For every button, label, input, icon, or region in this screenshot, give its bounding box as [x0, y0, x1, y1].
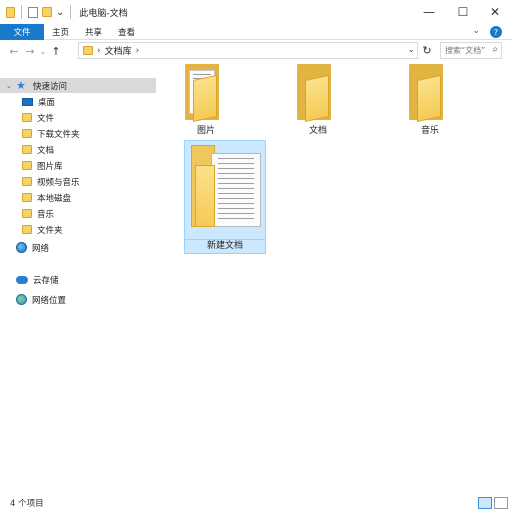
window-title: 此电脑-文档	[79, 8, 128, 19]
folder-front	[417, 74, 441, 122]
sidebar-item-label: 文件	[37, 113, 55, 124]
search-input[interactable]: 搜索“文档” ⌕	[440, 42, 502, 59]
tab-view[interactable]: 查看	[110, 24, 143, 40]
sidebar-item-folder[interactable]: 音乐	[22, 206, 54, 221]
sidebar-item-folder[interactable]: 图片库	[22, 158, 63, 173]
sidebar-item-network[interactable]: 网络	[16, 240, 49, 255]
back-button[interactable]: ←	[6, 43, 22, 59]
sidebar-item-folder[interactable]: 下载文件夹	[22, 126, 80, 141]
maximize-button[interactable]: ☐	[446, 0, 480, 24]
details-view-button[interactable]	[478, 497, 492, 509]
sidebar-item-label: 快速访问	[33, 81, 68, 92]
forward-button[interactable]: →	[22, 43, 38, 59]
navigation-pane: ⌄ ★ 快速访问 桌面 文件 下载文件夹 文档 图片库 视频与音乐 本地磁盘 音…	[0, 72, 160, 492]
close-button[interactable]: ✕	[478, 0, 512, 24]
search-placeholder: 搜索“文档”	[445, 46, 486, 55]
item-label: 文档	[308, 126, 327, 136]
cloud-icon	[16, 275, 28, 284]
folder-icon	[407, 64, 453, 122]
ribbon-tabs: 文件 主页 共享 查看 ⌄ ?	[0, 23, 512, 40]
folder-icon	[295, 64, 341, 122]
folder-icon	[22, 209, 32, 218]
recent-locations-button[interactable]: ⌄	[38, 43, 48, 59]
sidebar-item-folder[interactable]: 文件	[22, 110, 54, 125]
content-item-folder[interactable]: 音乐	[390, 64, 470, 136]
new-folder-icon[interactable]	[42, 7, 52, 17]
sidebar-item-quick-access[interactable]: ⌄ ★ 快速访问	[0, 78, 156, 93]
sidebar-item-label: 本地磁盘	[37, 193, 72, 204]
desktop-icon	[22, 97, 33, 106]
up-button[interactable]: ↑	[48, 43, 64, 59]
item-label: 音乐	[420, 126, 439, 136]
sidebar-item-label: 云存储	[33, 275, 59, 286]
large-icons-view-button[interactable]	[494, 497, 508, 509]
refresh-button[interactable]: ↻	[420, 43, 434, 57]
content-item-folder[interactable]: 图片	[166, 64, 246, 136]
sidebar-item-label: 文档	[37, 145, 55, 156]
search-icon: ⌕	[492, 44, 498, 55]
item-count: 4 个项目	[10, 499, 44, 509]
folder-front	[193, 74, 217, 122]
address-bar[interactable]: › 文档库 › ⌄	[78, 42, 418, 59]
sidebar-item-network-location[interactable]: 网络位置	[16, 292, 66, 307]
folder-icon	[183, 64, 229, 122]
folder-front	[195, 165, 215, 227]
sidebar-item-label: 图片库	[37, 161, 63, 172]
tab-share[interactable]: 共享	[77, 24, 110, 40]
content-item-folder-selected[interactable]: 新建文档	[184, 140, 266, 254]
folder-icon	[22, 113, 32, 122]
item-label: 新建文档	[185, 239, 265, 253]
expand-ribbon-icon[interactable]: ⌄	[472, 26, 480, 36]
folder-icon	[22, 145, 32, 154]
folder-icon	[22, 225, 32, 234]
folder-icon	[22, 161, 32, 170]
navigation-bar: ← → ⌄ ↑ › 文档库 › ⌄ ↻ 搜索“文档” ⌕	[0, 40, 512, 62]
sidebar-item-folder[interactable]: 文档	[22, 142, 54, 157]
sidebar-item-desktop[interactable]: 桌面	[22, 94, 55, 109]
sidebar-item-label: 桌面	[38, 97, 56, 108]
star-icon: ★	[16, 78, 26, 92]
sidebar-item-label: 网络	[32, 243, 50, 254]
quick-access-toolbar: ⌄	[0, 0, 73, 24]
content-item-folder[interactable]: 文档	[278, 64, 358, 136]
sidebar-item-label: 下载文件夹	[37, 129, 80, 140]
sidebar-item-folder[interactable]: 视频与音乐	[22, 174, 80, 189]
folder-icon	[22, 129, 32, 138]
tab-file[interactable]: 文件	[0, 23, 44, 40]
folder-icon	[189, 145, 261, 227]
sidebar-item-label: 网络位置	[32, 295, 67, 306]
tab-home[interactable]: 主页	[44, 24, 77, 40]
toolbar-separator	[21, 5, 22, 19]
sidebar-item-folder[interactable]: 本地磁盘	[22, 190, 71, 205]
item-label: 图片	[196, 126, 215, 136]
document-icon	[211, 153, 261, 227]
folder-icon	[83, 46, 93, 55]
folder-icon	[22, 193, 32, 202]
globe-icon	[16, 242, 27, 253]
toolbar-separator	[70, 5, 72, 19]
folder-front	[305, 74, 329, 122]
chevron-right-icon: ›	[97, 45, 101, 56]
chevron-down-icon[interactable]: ⌄	[6, 82, 12, 90]
network-icon	[16, 294, 27, 305]
sidebar-item-label: 视频与音乐	[37, 177, 80, 188]
folder-icon	[6, 6, 15, 18]
breadcrumb-item[interactable]: 文档库	[105, 44, 132, 57]
help-icon[interactable]: ?	[490, 26, 502, 38]
status-bar: 4 个项目	[0, 494, 512, 512]
customize-toolbar-icon[interactable]: ⌄	[56, 7, 64, 18]
sidebar-item-label: 音乐	[37, 209, 55, 220]
minimize-button[interactable]: —	[412, 0, 446, 24]
sidebar-item-cloud[interactable]: 云存储	[16, 272, 59, 287]
properties-icon[interactable]	[28, 6, 38, 18]
chevron-right-icon[interactable]: ›	[136, 46, 140, 56]
sidebar-item-label: 文件夹	[37, 225, 63, 236]
sidebar-item-folder[interactable]: 文件夹	[22, 222, 63, 237]
chevron-down-icon[interactable]: ⌄	[407, 45, 415, 55]
title-bar: ⌄ 此电脑-文档 — ☐ ✕	[0, 0, 512, 24]
folder-icon	[22, 177, 32, 186]
